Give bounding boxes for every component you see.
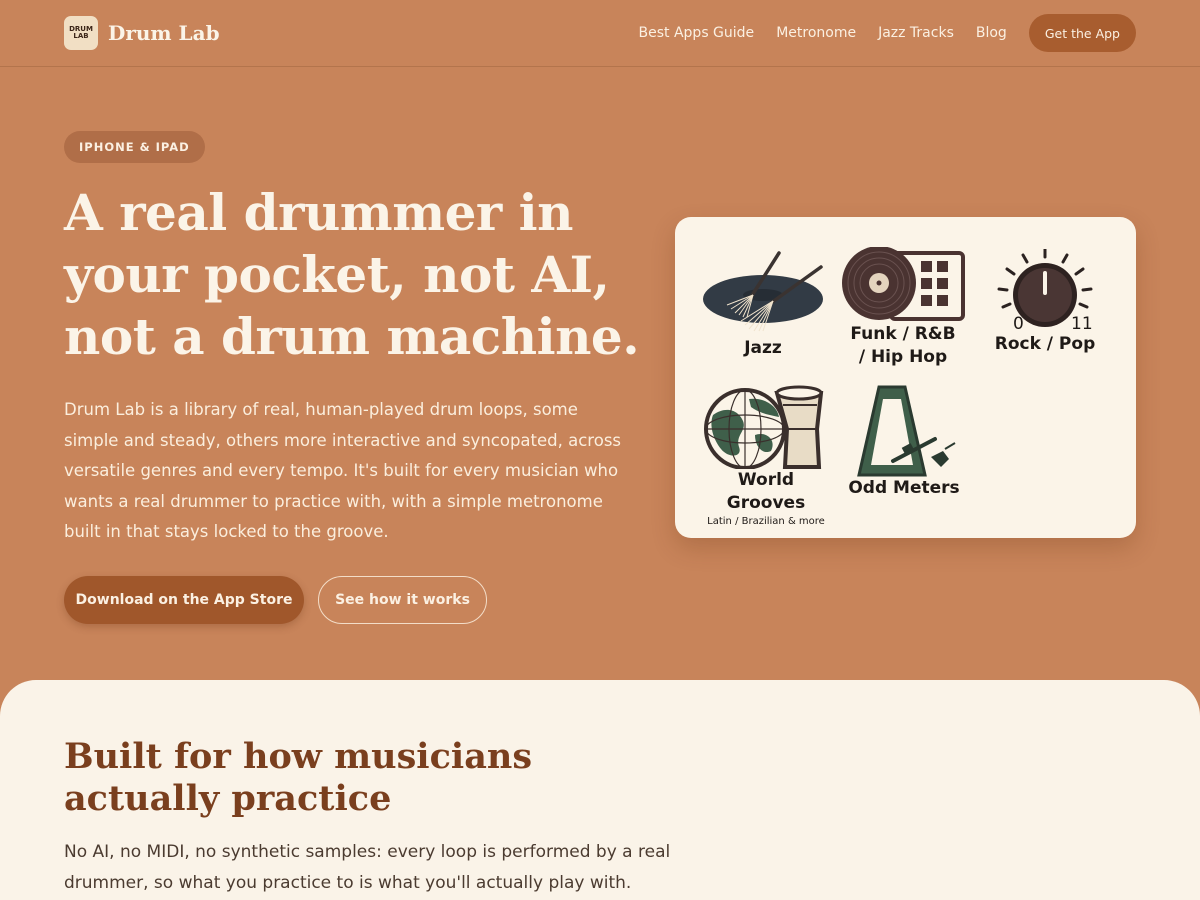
platform-badge: IPHONE & IPAD: [64, 131, 205, 163]
features-title: Built for how musicians actually practic…: [64, 736, 533, 819]
metronome-icon: [857, 385, 956, 477]
knob-min-label: 0: [1013, 314, 1024, 331]
features-description: No AI, no MIDI, no synthetic samples: ev…: [64, 842, 671, 893]
nav-link-metronome[interactable]: Metronome: [776, 25, 856, 41]
download-app-store-button[interactable]: Download on the App Store: [64, 576, 304, 624]
see-how-it-works-button[interactable]: See how it works: [318, 576, 487, 624]
genre-illustration-card: Jazz Funk / R&B / Hip Hop 0 11 Rock / Po…: [675, 217, 1136, 538]
nav-link-best-apps-guide[interactable]: Best Apps Guide: [639, 25, 755, 41]
genre-world-sublabel: Latin / Brazilian & more: [707, 516, 825, 527]
hero-description: Drum Lab is a library of real, human-pla…: [64, 400, 622, 541]
genre-odd-meters: Odd Meters: [845, 385, 963, 500]
brand-logo[interactable]: DRUM LAB Drum Lab: [64, 16, 220, 50]
nav-link-blog[interactable]: Blog: [976, 25, 1007, 41]
globe-conga-icon: [704, 385, 824, 469]
genre-rock-label: Rock / Pop: [994, 334, 1096, 354]
hero-title: A real drummer in your pocket, not AI, n…: [64, 183, 640, 366]
genre-funk-label-line1: Funk / R&B: [850, 324, 956, 344]
vinyl-sampler-icon: [842, 247, 965, 321]
genre-jazz: Jazz: [701, 249, 825, 360]
main-nav: Best Apps Guide Metronome Jazz Tracks Bl…: [639, 14, 1136, 52]
get-the-app-button[interactable]: Get the App: [1028, 14, 1136, 52]
genre-jazz-label: Jazz: [744, 338, 782, 358]
knob-max-label: 11: [1071, 314, 1093, 331]
genre-funk-label-line2: / Hip Hop: [858, 347, 948, 367]
features-section: Built for how musicians actually practic…: [0, 680, 1200, 900]
genre-world-label: World Grooves: [726, 470, 806, 513]
brand-name: Drum Lab: [108, 21, 220, 45]
genre-world: World Grooves Latin / Brazilian & more: [699, 385, 833, 527]
logo-mark-line2: LAB: [73, 32, 89, 40]
genre-funk: Funk / R&B / Hip Hop: [841, 247, 965, 369]
site-header: DRUM LAB Drum Lab Best Apps Guide Metron…: [0, 0, 1200, 67]
nav-link-jazz-tracks[interactable]: Jazz Tracks: [878, 25, 954, 41]
genre-rock: 0 11 Rock / Pop: [985, 249, 1105, 356]
amp-knob-icon: 0 11: [997, 249, 1093, 331]
drum-lab-logo-icon: DRUM LAB: [64, 16, 98, 50]
cymbal-brushes-icon: [703, 251, 823, 332]
genre-odd-meters-label: Odd Meters: [848, 478, 960, 498]
